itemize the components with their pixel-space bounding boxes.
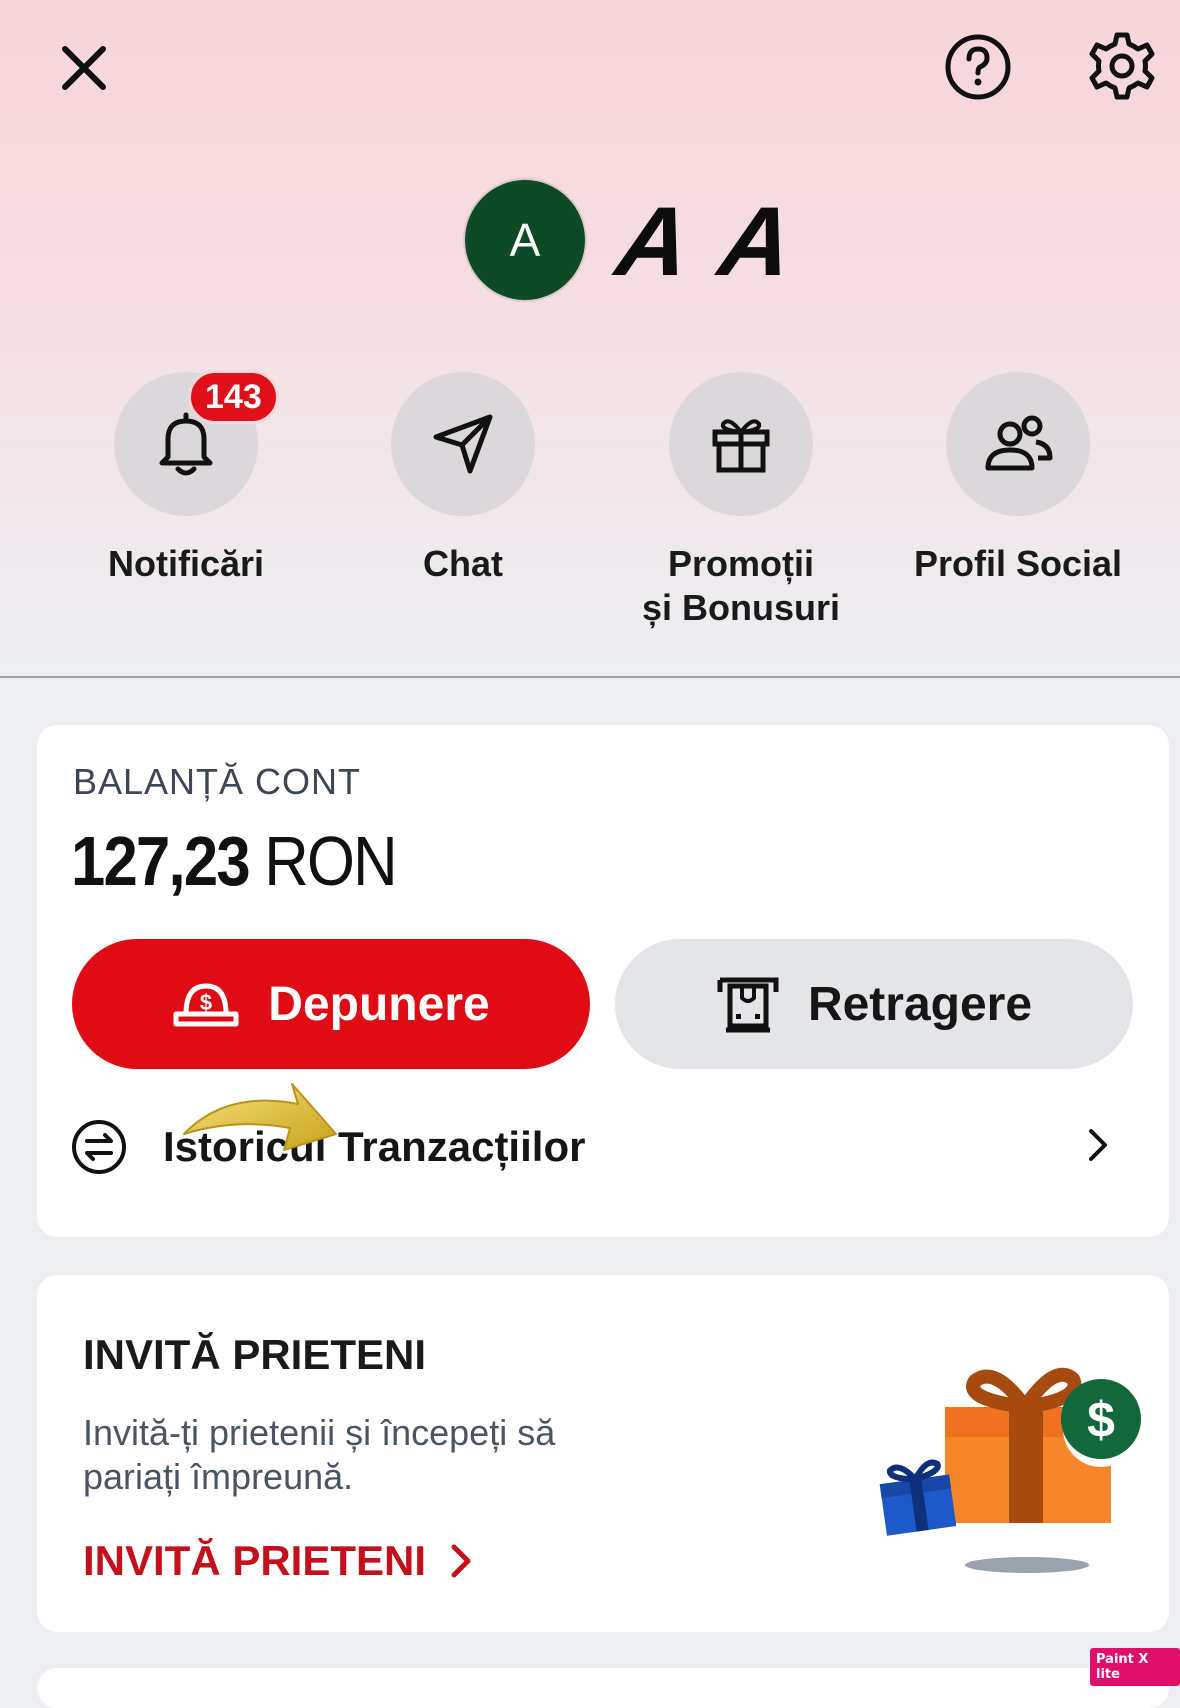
gift-icon (712, 419, 770, 473)
gear-icon (1089, 32, 1155, 100)
avatar[interactable]: A (465, 180, 585, 300)
close-icon (62, 46, 106, 90)
quick-action-promotions[interactable]: Promoții și Bonusuri (611, 372, 871, 630)
chevron-right-icon (451, 1544, 471, 1578)
deposit-icon: $ (172, 980, 240, 1028)
withdraw-button[interactable]: Retragere (615, 939, 1133, 1069)
quick-action-social-profile[interactable]: Profil Social (888, 372, 1148, 586)
username: A A (610, 186, 806, 296)
pointer-arrow-icon (183, 1083, 337, 1151)
help-button[interactable] (943, 32, 1013, 102)
quick-action-chat[interactable]: Chat (333, 372, 593, 586)
withdraw-icon (716, 974, 780, 1034)
balance-value: 127,23 (71, 822, 251, 900)
deposit-label: Depunere (268, 977, 490, 1031)
promotions-circle (669, 372, 813, 516)
paint-watermark: Paint X lite (1090, 1648, 1180, 1686)
quick-action-notifications[interactable]: 143 Notificări (56, 370, 316, 586)
social-profile-label: Profil Social (913, 543, 1123, 584)
gift-illustration-icon: $ (879, 1367, 1141, 1573)
invite-description: Invită-ți prietenii și începeți să paria… (83, 1412, 556, 1497)
send-icon (433, 414, 493, 474)
invite-link-label: INVITĂ PRIETENI (83, 1537, 427, 1584)
notifications-circle: 143 (114, 370, 279, 516)
balance-amount: 127,23 RON (71, 821, 398, 901)
invite-friends-card: INVITĂ PRIETENI Invită-ți prietenii și î… (37, 1275, 1169, 1632)
svg-text:$: $ (200, 990, 212, 1015)
notifications-label: Notificări (107, 543, 265, 584)
deposit-button[interactable]: $ Depunere (72, 939, 590, 1069)
close-button[interactable] (56, 40, 112, 96)
people-icon (985, 415, 1053, 471)
promotions-label-line2: și Bonusuri (641, 587, 841, 628)
balance-label: BALANȚĂ CONT (73, 761, 362, 802)
help-icon (945, 34, 1011, 100)
balance-currency: RON (264, 822, 397, 900)
promotions-label-line1: Promoții (667, 543, 814, 584)
chat-label: Chat (423, 543, 503, 584)
invite-title: INVITĂ PRIETENI (83, 1331, 427, 1378)
chevron-right-icon (1089, 1129, 1107, 1161)
svg-text:$: $ (1087, 1392, 1115, 1448)
chat-circle (391, 372, 535, 516)
withdraw-label: Retragere (807, 977, 1033, 1031)
avatar-initial: A (509, 214, 541, 266)
settings-button[interactable] (1086, 30, 1158, 102)
next-card (37, 1668, 1169, 1708)
transfer-icon (72, 1120, 126, 1174)
notification-count-badge: 143 (188, 370, 279, 424)
profile-header: A A A 143 Notificări Chat Promoții și Bo… (0, 0, 1180, 678)
invite-friends-link[interactable]: INVITĂ PRIETENI (83, 1537, 474, 1585)
promotions-label: Promoții și Bonusuri (611, 542, 871, 630)
social-profile-circle (946, 372, 1090, 516)
